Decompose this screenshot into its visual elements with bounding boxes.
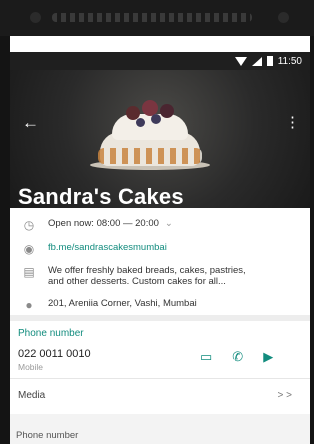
section-divider <box>10 315 310 321</box>
speaker-grill <box>52 13 252 22</box>
chevron-down-icon[interactable]: ⌄ <box>165 218 173 229</box>
phone-type: Mobile <box>18 362 44 372</box>
wifi-icon <box>234 56 247 66</box>
website-link[interactable]: fb.me/sandrascakesmumbai <box>48 242 167 253</box>
screen: 11:50 ← ⋮ Sandra's Cakes last seen today… <box>10 36 310 444</box>
signal-icon <box>251 56 262 66</box>
front-camera <box>278 12 289 23</box>
description-row: ▤ We offer freshly baked breads, cakes, … <box>10 265 310 287</box>
clock-icon: ◷ <box>23 218 35 232</box>
location-pin-icon: ● <box>25 298 33 312</box>
hours-text: Open now: 08:00 — 20:00 <box>48 218 159 229</box>
globe-icon: ◉ <box>23 242 35 256</box>
description-text: We offer freshly baked breads, cakes, pa… <box>48 265 246 287</box>
media-label[interactable]: Media <box>18 390 45 401</box>
address-text: 201, Areniia Corner, Vashi, Mumbai <box>48 298 197 309</box>
business-name: Sandra's Cakes <box>18 184 184 209</box>
more-options-icon[interactable]: ⋮ <box>285 115 300 130</box>
profile-header: ← ⋮ Sandra's Cakes last seen today at 11… <box>10 70 310 221</box>
phone-number[interactable]: 022 0011 0010 <box>18 348 91 360</box>
phone-section-title: Phone number <box>18 328 84 339</box>
media-count[interactable]: > > <box>278 390 292 401</box>
link-row[interactable]: ◉ fb.me/sandrascakesmumbai <box>10 242 310 256</box>
back-arrow-icon[interactable]: ← <box>22 114 39 131</box>
status-bar: 11:50 <box>10 52 310 70</box>
status-time: 11:50 <box>277 55 302 67</box>
divider <box>10 378 310 379</box>
camera-sensor <box>30 12 41 23</box>
battery-icon <box>266 56 273 66</box>
hours-row[interactable]: ◷ Open now: 08:00 — 20:00 ⌄ <box>10 218 310 232</box>
message-icon[interactable]: ▭ <box>200 349 212 365</box>
address-row[interactable]: ● 201, Areniia Corner, Vashi, Mumbai <box>10 298 310 312</box>
bottom-phone-title: Phone number <box>16 430 79 441</box>
call-icon[interactable]: ✆ <box>232 349 243 365</box>
video-call-icon[interactable]: ▶ <box>263 349 273 365</box>
store-icon: ▤ <box>23 265 35 279</box>
phone-device: 11:50 ← ⋮ Sandra's Cakes last seen today… <box>0 0 314 444</box>
phone-actions: ▭ ✆ ▶ <box>200 349 273 365</box>
device-bezel <box>0 0 314 36</box>
